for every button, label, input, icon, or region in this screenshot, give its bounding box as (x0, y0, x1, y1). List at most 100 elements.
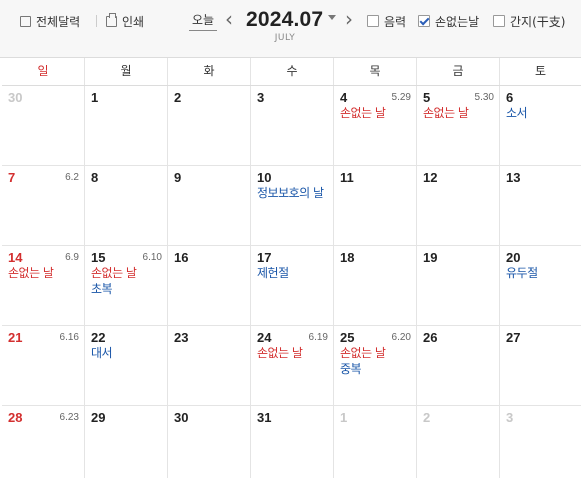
ganji-option[interactable]: 간지(干支) (493, 12, 565, 30)
calendar-day-cell[interactable]: 1 (85, 86, 168, 165)
calendar-day-cell[interactable]: 20 유두절 (500, 246, 581, 325)
calendar-day-cell[interactable]: 8 (85, 166, 168, 245)
day-number: 2 (174, 90, 182, 105)
lunar-option-label: 음력 (384, 14, 407, 29)
day-number: 16 (174, 250, 189, 265)
calendar-day-cell[interactable]: 24 6.19 손없는 날 (251, 326, 334, 405)
day-number: 3 (257, 90, 265, 105)
calendar-day-cell[interactable]: 18 (334, 246, 417, 325)
calendar-day-cell[interactable]: 10 정보보호의 날 (251, 166, 334, 245)
holiday-event[interactable]: 소서 (506, 106, 581, 121)
calendar-day-cell[interactable]: 15 6.10 손없는 날 초복 (85, 246, 168, 325)
weekday-sat: 토 (534, 64, 547, 78)
calendar-day-cell[interactable]: 31 (251, 406, 334, 478)
month-title[interactable]: 2024.07 (246, 7, 323, 33)
lunar-date: 6.16 (59, 332, 79, 343)
weekday-fri: 금 (417, 58, 500, 85)
calendar-day-cell[interactable]: 12 (417, 166, 500, 245)
full-calendar-button[interactable]: 전체달력 (20, 12, 80, 30)
day-number: 10 (257, 170, 272, 185)
calendar-day-cell[interactable]: 28 6.23 (2, 406, 85, 478)
calendar-day-cell[interactable]: 19 (417, 246, 500, 325)
sonunneunnal-event[interactable]: 손없는 날 (340, 346, 416, 361)
calendar-day-cell[interactable]: 26 (417, 326, 500, 405)
day-number: 20 (506, 250, 521, 265)
lunar-date: 5.30 (474, 92, 494, 103)
weekday-mon: 월 (85, 58, 168, 85)
calendar-day-cell[interactable]: 27 (500, 326, 581, 405)
calendar-day-cell[interactable]: 1 (334, 406, 417, 478)
calendar-day-cell[interactable]: 30 (2, 86, 85, 165)
day-number: 3 (506, 410, 514, 425)
day-number: 31 (257, 410, 272, 425)
calendar-day-cell[interactable]: 17 제헌절 (251, 246, 334, 325)
next-month-button[interactable]: › (345, 7, 353, 31)
calendar-day-cell[interactable]: 11 (334, 166, 417, 245)
holiday-event[interactable]: 정보보호의 날 (257, 186, 329, 201)
lunar-date: 5.29 (391, 92, 411, 103)
sonunneunnal-event[interactable]: 손없는 날 (91, 266, 167, 281)
weekday-header: 일 월 화 수 목 금 토 (2, 58, 581, 86)
calendar-day-cell[interactable]: 23 (168, 326, 251, 405)
sonunneunnal-event[interactable]: 손없는 날 (8, 266, 84, 281)
calendar-day-cell[interactable]: 7 6.2 (2, 166, 85, 245)
calendar-day-cell[interactable]: 4 5.29 손없는 날 (334, 86, 417, 165)
calendar-day-cell[interactable]: 22 대서 (85, 326, 168, 405)
sonunneunnal-event[interactable]: 손없는 날 (423, 106, 499, 121)
ganji-checkbox[interactable] (493, 15, 505, 27)
sonunneunnal-event[interactable]: 손없는 날 (340, 106, 416, 121)
month-dropdown-icon[interactable] (328, 15, 336, 20)
today-button[interactable]: 오늘 (189, 11, 218, 31)
calendar-grid: 일 월 화 수 목 금 토 30 1 2 3 4 5.29 손없는 날 5 5.30 손없는 날6… (2, 58, 581, 478)
calendar-day-cell[interactable]: 6 소서 (500, 86, 581, 165)
calendar-weeks: 30 1 2 3 4 5.29 손없는 날 5 5.30 손없는 날 6 소서 7 6.2 8 9 10 정보보호… (2, 86, 581, 478)
sonunneunnal-checkbox[interactable] (418, 15, 430, 27)
print-icon (106, 12, 117, 27)
calendar-week-row: 7 6.2 8 9 10 정보보호의 날 11 12 13 (2, 166, 581, 246)
day-number: 29 (91, 410, 106, 425)
lunar-option[interactable]: 음력 (367, 12, 406, 30)
day-number: 8 (91, 170, 99, 185)
calendar-day-cell[interactable]: 2 (417, 406, 500, 478)
calendar-week-row: 28 6.23 29 30 31 1 2 3 (2, 406, 581, 478)
holiday-event[interactable]: 제헌절 (257, 266, 333, 281)
day-number: 1 (91, 90, 99, 105)
day-number: 26 (423, 330, 438, 345)
print-button[interactable]: 인쇄 (106, 12, 144, 30)
day-number: 13 (506, 170, 521, 185)
calendar-day-cell[interactable]: 14 6.9 손없는 날 (2, 246, 85, 325)
sonunneunnal-event[interactable]: 손없는 날 (257, 346, 333, 361)
prev-month-button[interactable]: ‹ (225, 7, 233, 31)
day-number: 23 (174, 330, 189, 345)
calendar-day-cell[interactable]: 2 (168, 86, 251, 165)
lunar-date: 6.20 (391, 332, 411, 343)
calendar-day-cell[interactable]: 5 5.30 손없는 날 (417, 86, 500, 165)
lunar-date: 6.2 (65, 172, 79, 183)
day-number: 1 (340, 410, 348, 425)
ganji-option-label: 간지(干支) (510, 14, 566, 29)
calendar-day-cell[interactable]: 16 (168, 246, 251, 325)
holiday-event[interactable]: 초복 (91, 282, 167, 297)
calendar-day-cell[interactable]: 9 (168, 166, 251, 245)
lunar-checkbox[interactable] (367, 15, 379, 27)
holiday-event[interactable]: 중복 (340, 362, 416, 377)
holiday-event[interactable]: 대서 (91, 346, 167, 361)
calendar-day-cell[interactable]: 29 (85, 406, 168, 478)
lunar-date: 6.23 (59, 412, 79, 423)
calendar-day-cell[interactable]: 3 (500, 406, 581, 478)
day-number: 17 (257, 250, 272, 265)
calendar-day-cell[interactable]: 3 (251, 86, 334, 165)
holiday-event[interactable]: 유두절 (506, 266, 581, 281)
calendar-day-cell[interactable]: 30 (168, 406, 251, 478)
day-number: 30 (8, 90, 23, 105)
day-number: 9 (174, 170, 182, 185)
full-calendar-label: 전체달력 (36, 14, 81, 29)
calendar-week-row: 30 1 2 3 4 5.29 손없는 날 5 5.30 손없는 날 6 소서 (2, 86, 581, 166)
sonunneunnal-option[interactable]: 손없는날 (418, 12, 479, 30)
month-english: JULY (274, 33, 296, 43)
calendar-day-cell[interactable]: 25 6.20 손없는 날 중복 (334, 326, 417, 405)
calendar-day-cell[interactable]: 13 (500, 166, 581, 245)
calendar-icon (20, 15, 31, 27)
calendar-week-row: 14 6.9 손없는 날 15 6.10 손없는 날 초복 16 17 제헌절 18 19 20 유두절 (2, 246, 581, 326)
calendar-day-cell[interactable]: 21 6.16 (2, 326, 85, 405)
